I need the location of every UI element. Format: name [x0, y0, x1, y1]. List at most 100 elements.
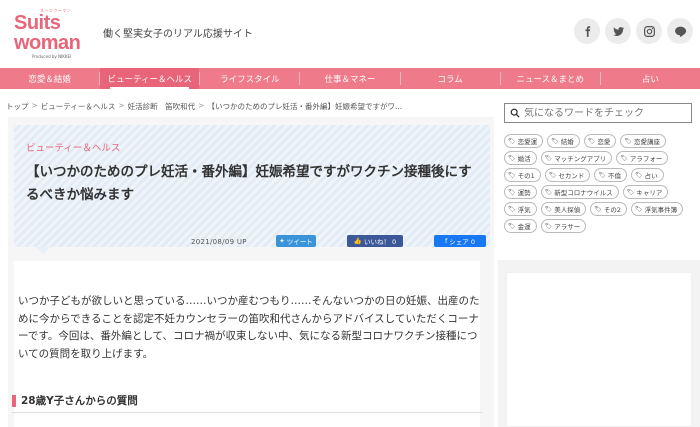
- nav-item-love[interactable]: 恋愛＆結婚: [0, 68, 99, 89]
- facebook-icon: [584, 25, 590, 37]
- tag-label: 美人探偵: [554, 206, 581, 214]
- keyword-tag[interactable]: 🏷 その1: [504, 168, 541, 182]
- keyword-tag[interactable]: 🏷 キャリア: [622, 185, 669, 199]
- tag-icon: 🏷: [624, 137, 632, 145]
- tag-label: その1: [517, 172, 535, 180]
- site-logo[interactable]: スーツウーマン Suits woman Produced by NIKKEI: [14, 8, 94, 60]
- keyword-tag[interactable]: 🏷 結婚: [547, 134, 580, 148]
- instagram-icon: [643, 25, 655, 37]
- article-category[interactable]: ビューティー＆ヘルス: [26, 140, 120, 154]
- tag-icon: 🏷: [551, 137, 559, 145]
- tag-label: 不倫: [608, 172, 622, 180]
- facebook-icon: f: [445, 237, 448, 245]
- tag-label: 新型コロナウイルス: [554, 189, 613, 197]
- breadcrumb: トップ > ビューティー＆ヘルス > 妊活診断 笛吹和代 > 【いつかのためのプ…: [6, 101, 402, 112]
- tag-icon: 🏷: [598, 171, 607, 179]
- line-icon: [674, 26, 686, 37]
- keyword-tag[interactable]: 🏷 マッチングアプリ: [540, 151, 613, 165]
- heading-divider: [12, 412, 482, 413]
- tag-icon: 🏷: [544, 188, 553, 196]
- tag-icon: 🏷: [508, 188, 516, 196]
- keyword-tag[interactable]: 🏷 浮気事件簿: [631, 202, 684, 216]
- tag-icon: 🏷: [626, 188, 635, 196]
- tag-icon: 🏷: [544, 205, 553, 213]
- article-title: 【いつかのためのプレ妊活・番外編】妊娠希望ですがワクチン接種後にするべきか悩みま…: [26, 164, 472, 203]
- keyword-tag[interactable]: 🏷 美人探偵: [540, 202, 587, 216]
- tag-icon: 🏷: [594, 205, 602, 213]
- question-heading: 28歳Y子さんからの質問: [12, 393, 138, 408]
- tag-icon: 🏷: [508, 171, 516, 179]
- article-date: 2021/08/09 UP: [191, 238, 247, 246]
- keyword-tags: 🏷 恋愛運 🏷 結婚 🏷 恋愛 🏷 恋愛講座 🏷 婚活 🏷 マッチングアプリ 🏷 アラフォー 🏷 その1 🏷 セカ…: [504, 134, 694, 233]
- tag-icon: 🏷: [635, 205, 643, 213]
- tag-label: 恋愛: [597, 138, 611, 146]
- keyword-tag[interactable]: 🏷 恋愛講座: [620, 134, 666, 148]
- tag-label: 運勢: [517, 189, 531, 197]
- nav-item-news[interactable]: ニュース＆まとめ: [501, 68, 600, 89]
- heading-accent-bar: [12, 394, 16, 407]
- facebook-button[interactable]: [574, 18, 600, 44]
- share-label: シェア 0: [449, 238, 475, 246]
- breadcrumb-series[interactable]: 妊活診断 笛吹和代: [128, 101, 196, 112]
- tweet-label: ツイート: [286, 238, 313, 246]
- tag-label: 恋愛講座: [634, 138, 660, 146]
- search-input[interactable]: [524, 107, 684, 119]
- instagram-button[interactable]: [636, 18, 662, 44]
- nav-item-beauty[interactable]: ビューティー＆ヘルス: [100, 68, 200, 89]
- breadcrumb-current: 【いつかのためのプレ妊活・番外編】妊娠希望ですがワ...: [207, 102, 403, 111]
- keyword-tag[interactable]: 🏷 恋愛運: [504, 134, 544, 148]
- tweet-button[interactable]: ✦ ツイート: [276, 235, 316, 247]
- share-button[interactable]: f シェア 0: [434, 235, 486, 247]
- twitter-icon: ✦: [279, 237, 285, 245]
- tag-label: 金運: [517, 223, 531, 231]
- keyword-tag[interactable]: 🏷 アラサー: [540, 219, 587, 233]
- tag-label: 浮気事件簿: [644, 206, 678, 214]
- breadcrumb-separator: >: [198, 101, 205, 110]
- tag-label: マッチングアプリ: [554, 155, 607, 163]
- tag-icon: 🏷: [508, 154, 516, 162]
- keyword-tag[interactable]: 🏷 新型コロナウイルス: [540, 185, 619, 199]
- keyword-tag[interactable]: 🏷 恋愛: [583, 134, 617, 148]
- tag-label: 婚活: [517, 155, 531, 163]
- logo-woman: woman: [14, 32, 81, 54]
- nav-item-lifestyle[interactable]: ライフスタイル: [200, 68, 299, 89]
- keyword-tag[interactable]: 🏷 占い: [631, 168, 664, 182]
- keyword-tag[interactable]: 🏷 不倫: [594, 168, 628, 182]
- tag-label: 恋愛運: [517, 138, 538, 146]
- tag-label: キャリア: [636, 189, 663, 197]
- breadcrumb-home[interactable]: トップ: [6, 101, 29, 112]
- tag-icon: 🏷: [508, 222, 516, 230]
- keyword-tag[interactable]: 🏷 金運: [504, 219, 537, 233]
- logo-produced-by: Produced by NIKKEI: [32, 54, 72, 59]
- tag-label: 占い: [644, 172, 658, 180]
- tag-label: アラフォー: [629, 155, 663, 163]
- twitter-button[interactable]: [605, 18, 631, 44]
- tag-label: 浮気: [517, 206, 531, 214]
- tag-icon: 🏷: [587, 137, 596, 145]
- keyword-tag[interactable]: 🏷 浮気: [504, 202, 537, 216]
- nav-item-work[interactable]: 仕事＆マネー: [300, 68, 399, 89]
- like-button[interactable]: 👍 いいね！ 0: [347, 235, 403, 247]
- keyword-tag[interactable]: 🏷 婚活: [504, 151, 537, 165]
- keyword-tag[interactable]: 🏷 運勢: [504, 185, 537, 199]
- breadcrumb-category[interactable]: ビューティー＆ヘルス: [41, 101, 116, 112]
- keyword-tag[interactable]: 🏷 その2: [590, 202, 628, 216]
- line-button[interactable]: [667, 18, 693, 44]
- nav-item-column[interactable]: コラム: [401, 68, 500, 89]
- nav-item-fortune[interactable]: 占い: [601, 68, 700, 89]
- tag-label: 結婚: [560, 138, 574, 146]
- breadcrumb-separator: >: [31, 101, 38, 110]
- search-box[interactable]: [504, 103, 692, 123]
- article-container: ビューティー＆ヘルス 【いつかのためのプレ妊活・番外編】妊娠希望ですがワクチン接…: [8, 117, 494, 427]
- thumbs-up-icon: 👍: [353, 237, 362, 245]
- tag-label: セカンド: [558, 172, 585, 180]
- keyword-tag[interactable]: 🏷 セカンド: [544, 168, 591, 182]
- site-header: スーツウーマン Suits woman Produced by NIKKEI 働…: [0, 0, 700, 68]
- advertisement-slot[interactable]: [506, 272, 692, 427]
- keyword-tag[interactable]: 🏷 アラフォー: [616, 151, 669, 165]
- global-nav: 恋愛＆結婚 ビューティー＆ヘルス ライフスタイル 仕事＆マネー コラム ニュース…: [0, 68, 700, 89]
- site-tagline: 働く堅実女子のリアル応援サイト: [103, 29, 253, 40]
- tag-label: その2: [603, 206, 622, 214]
- tag-icon: 🏷: [548, 171, 557, 179]
- tag-icon: 🏷: [635, 171, 643, 179]
